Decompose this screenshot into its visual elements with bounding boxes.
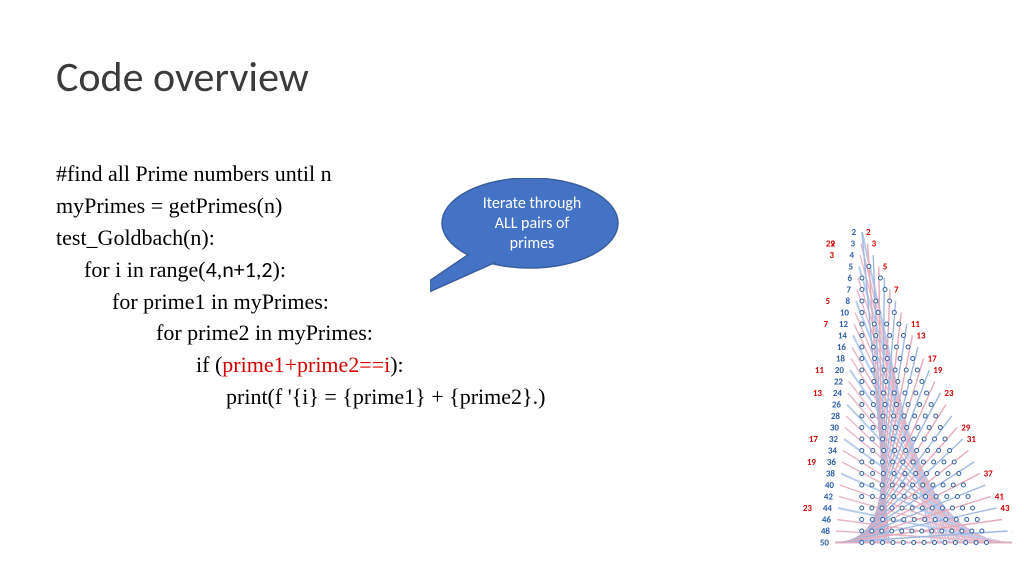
- svg-text:24: 24: [833, 388, 843, 399]
- svg-text:43: 43: [1000, 503, 1010, 514]
- slide: Code overview #find all Prime numbers un…: [0, 0, 1024, 576]
- svg-text:13: 13: [916, 331, 926, 342]
- code-line-6: for prime2 in myPrimes:: [56, 317, 545, 349]
- svg-text:18: 18: [836, 354, 846, 365]
- svg-text:14: 14: [838, 331, 848, 342]
- svg-text:12: 12: [839, 319, 849, 330]
- svg-text:17: 17: [809, 434, 819, 445]
- svg-text:16: 16: [837, 342, 847, 353]
- callout-line-3: primes: [452, 234, 612, 254]
- svg-text:23: 23: [803, 503, 813, 514]
- svg-text:32: 32: [829, 434, 839, 445]
- svg-text:7: 7: [894, 285, 899, 296]
- svg-text:36: 36: [827, 457, 837, 468]
- svg-text:41: 41: [995, 492, 1005, 503]
- callout-line-1: Iterate through: [452, 194, 612, 214]
- svg-text:6: 6: [847, 273, 852, 284]
- svg-text:3: 3: [850, 239, 855, 250]
- svg-text:10: 10: [840, 308, 850, 319]
- code-line-1: #find all Prime numbers until n: [56, 158, 545, 190]
- svg-text:13: 13: [813, 388, 823, 399]
- svg-text:19: 19: [933, 365, 943, 376]
- svg-text:38: 38: [826, 469, 836, 480]
- svg-text:48: 48: [821, 526, 831, 537]
- svg-text:4: 4: [849, 250, 854, 261]
- code-l7b: prime1+prime2==i: [222, 352, 390, 377]
- code-line-8: print(f '{i} = {prime1} + {prime2}.): [56, 381, 545, 413]
- svg-text:30: 30: [830, 423, 840, 434]
- svg-text:3: 3: [872, 239, 877, 250]
- svg-text:44: 44: [823, 503, 833, 514]
- svg-text:2: 2: [851, 227, 856, 238]
- svg-text:22: 22: [834, 377, 844, 388]
- svg-text:5: 5: [883, 262, 888, 273]
- code-l4c: ):: [273, 257, 286, 282]
- callout-text: Iterate through ALL pairs of primes: [452, 194, 612, 254]
- slide-title: Code overview: [56, 52, 309, 103]
- code-l7c: ):: [390, 352, 403, 377]
- code-line-5: for prime1 in myPrimes:: [56, 286, 545, 318]
- goldbach-diagram: 2345678101214161820222426283032343638404…: [772, 224, 1012, 564]
- svg-text:19: 19: [807, 457, 817, 468]
- svg-text:31: 31: [967, 434, 977, 445]
- svg-text:46: 46: [822, 515, 832, 526]
- svg-text:42: 42: [824, 492, 834, 503]
- svg-text:11: 11: [815, 365, 825, 376]
- svg-text:23: 23: [944, 388, 954, 399]
- svg-text:28: 28: [831, 411, 841, 422]
- svg-text:29: 29: [961, 423, 971, 434]
- svg-text:34: 34: [828, 446, 838, 457]
- code-line-7: if (prime1+prime2==i):: [56, 349, 545, 381]
- svg-text:26: 26: [832, 400, 842, 411]
- svg-text:50: 50: [820, 538, 830, 549]
- svg-text:2: 2: [866, 227, 871, 238]
- svg-text:17: 17: [928, 354, 938, 365]
- svg-text:37: 37: [984, 469, 994, 480]
- svg-text:5: 5: [825, 296, 830, 307]
- svg-text:8: 8: [845, 296, 850, 307]
- code-line-4: for i in range(4,n+1,2):: [56, 254, 545, 286]
- svg-text:20: 20: [835, 365, 845, 376]
- svg-text:7: 7: [846, 285, 851, 296]
- svg-text:7: 7: [823, 319, 828, 330]
- svg-text:29: 29: [826, 239, 836, 250]
- svg-text:3: 3: [829, 250, 834, 261]
- code-l4b: 4,n+1,2: [206, 256, 273, 283]
- svg-text:5: 5: [848, 262, 853, 273]
- callout-line-2: ALL pairs of: [452, 214, 612, 234]
- code-l7a: if (: [196, 352, 222, 377]
- svg-text:11: 11: [911, 319, 921, 330]
- svg-text:40: 40: [825, 480, 835, 491]
- code-l4a: for i in range(: [84, 257, 206, 282]
